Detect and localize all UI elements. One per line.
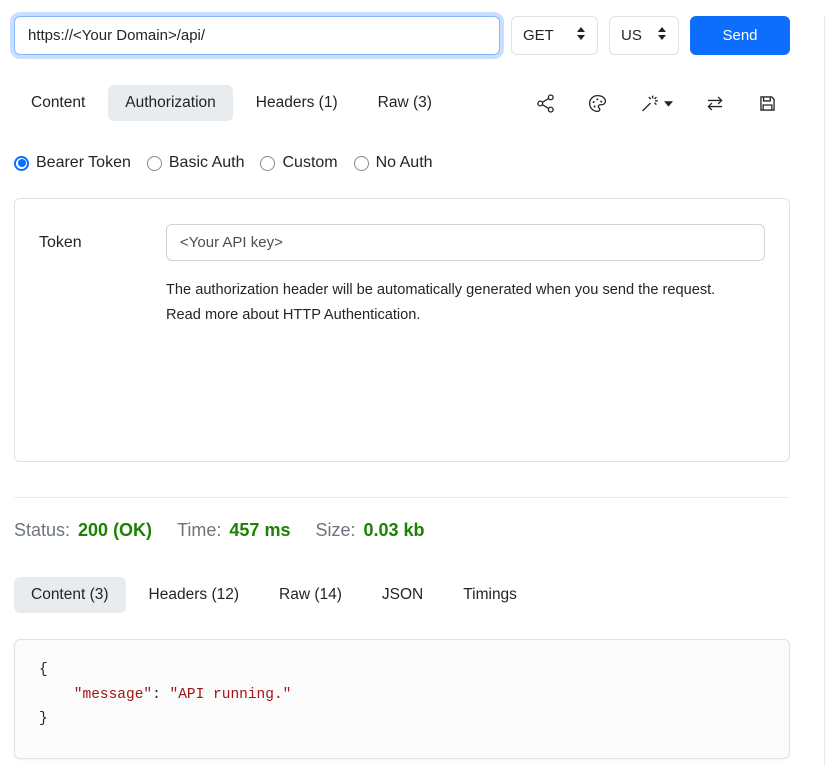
method-select[interactable]: GET bbox=[511, 16, 598, 55]
api-client-panel: GET US Send Content Authorization bbox=[14, 16, 790, 759]
request-tabs-row: Content Authorization Headers (1) Raw (3… bbox=[14, 85, 790, 121]
size-pair: Size: 0.03 kb bbox=[315, 520, 424, 541]
region-select[interactable]: US bbox=[609, 16, 679, 55]
resp-tab-raw[interactable]: Raw (14) bbox=[262, 577, 359, 613]
method-value: GET bbox=[523, 27, 554, 44]
token-label: Token bbox=[39, 234, 166, 252]
token-input[interactable] bbox=[166, 224, 765, 261]
status-label: Status: bbox=[14, 520, 70, 541]
response-tabs: Content (3) Headers (12) Raw (14) JSON T… bbox=[14, 577, 790, 613]
section-divider bbox=[14, 497, 790, 498]
region-value: US bbox=[621, 27, 642, 44]
tab-raw[interactable]: Raw (3) bbox=[361, 85, 449, 121]
toolbar-icons bbox=[535, 93, 790, 114]
radio-custom[interactable]: Custom bbox=[260, 154, 337, 172]
url-input[interactable] bbox=[14, 16, 500, 55]
time-value: 457 ms bbox=[229, 520, 290, 541]
auth-help-text: The authorization header will be automat… bbox=[166, 278, 752, 328]
authorization-panel: Token The authorization header will be a… bbox=[14, 198, 790, 462]
tab-content[interactable]: Content bbox=[14, 85, 102, 121]
json-line-open: { bbox=[39, 658, 765, 683]
palette-icon[interactable] bbox=[587, 93, 608, 114]
size-value: 0.03 kb bbox=[364, 520, 425, 541]
json-line-message: "message": "API running." bbox=[39, 683, 765, 708]
resp-tab-json[interactable]: JSON bbox=[365, 577, 440, 613]
radio-unselected-icon bbox=[260, 156, 275, 171]
json-separator: : bbox=[152, 687, 169, 703]
token-row: Token bbox=[39, 224, 765, 261]
resp-tab-timings[interactable]: Timings bbox=[446, 577, 534, 613]
time-label: Time: bbox=[177, 520, 221, 541]
time-pair: Time: 457 ms bbox=[177, 520, 290, 541]
response-status-row: Status: 200 (OK) Time: 457 ms Size: 0.03… bbox=[14, 520, 790, 541]
radio-unselected-icon bbox=[354, 156, 369, 171]
json-key: "message" bbox=[74, 687, 152, 703]
swap-arrows-icon[interactable] bbox=[704, 93, 726, 114]
send-button[interactable]: Send bbox=[690, 16, 790, 55]
tab-headers[interactable]: Headers (1) bbox=[239, 85, 355, 121]
radio-no-auth[interactable]: No Auth bbox=[354, 154, 433, 172]
response-body-panel: { "message": "API running." } bbox=[14, 639, 790, 759]
auth-type-options: Bearer Token Basic Auth Custom No Auth bbox=[14, 154, 790, 172]
save-icon[interactable] bbox=[757, 93, 778, 114]
resp-tab-content[interactable]: Content (3) bbox=[14, 577, 126, 613]
status-value: 200 (OK) bbox=[78, 520, 152, 541]
json-value: "API running." bbox=[170, 687, 292, 703]
magic-wand-icon[interactable] bbox=[639, 93, 673, 114]
page-column-divider bbox=[824, 16, 825, 766]
radio-unselected-icon bbox=[147, 156, 162, 171]
request-bar: GET US Send bbox=[14, 16, 790, 55]
tab-authorization[interactable]: Authorization bbox=[108, 85, 232, 121]
request-tabs: Content Authorization Headers (1) Raw (3… bbox=[14, 85, 449, 121]
share-icon[interactable] bbox=[535, 93, 556, 114]
radio-bearer-token[interactable]: Bearer Token bbox=[14, 154, 131, 172]
resp-tab-headers[interactable]: Headers (12) bbox=[132, 577, 256, 613]
json-line-close: } bbox=[39, 707, 765, 732]
radio-basic-auth[interactable]: Basic Auth bbox=[147, 154, 245, 172]
up-down-arrows-icon bbox=[576, 26, 586, 45]
status-pair: Status: 200 (OK) bbox=[14, 520, 152, 541]
size-label: Size: bbox=[315, 520, 355, 541]
radio-selected-icon bbox=[14, 156, 29, 171]
caret-down-icon bbox=[664, 99, 673, 108]
up-down-arrows-icon bbox=[657, 26, 667, 45]
